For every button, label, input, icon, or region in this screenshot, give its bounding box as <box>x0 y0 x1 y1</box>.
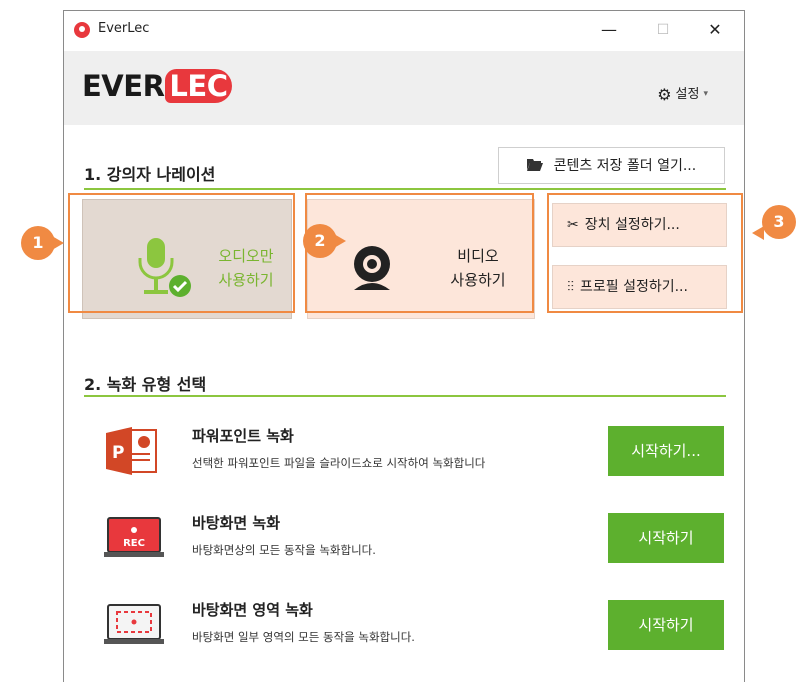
powerpoint-icon: P <box>106 427 157 475</box>
desktop-area-recording-title: 바탕화면 영역 녹화 <box>192 601 313 619</box>
section-title-recording-type: 2. 녹화 유형 선택 <box>84 375 207 394</box>
section2-divider <box>84 395 726 397</box>
highlight-box-3 <box>547 193 743 313</box>
section-title-narration: 1. 강의자 나레이션 <box>84 165 216 184</box>
app-header: EVER LEC ⚙ 설정 ▾ <box>64 51 744 125</box>
start-powerpoint-button[interactable]: 시작하기... <box>608 426 724 476</box>
highlight-box-1 <box>68 193 295 313</box>
start-desktop-button[interactable]: 시작하기 <box>608 513 724 563</box>
logo-text-ever: EVER <box>82 69 165 103</box>
section1-divider <box>84 188 726 190</box>
desktop-area-recording-desc: 바탕화면 일부 영역의 모든 동작을 녹화합니다. <box>192 630 415 644</box>
powerpoint-recording-desc: 선택한 파워포인트 파일을 슬라이드쇼로 시작하여 녹화합니다 <box>192 456 486 470</box>
open-content-folder-button[interactable]: 콘텐츠 저장 폴더 열기... <box>498 147 725 184</box>
settings-menu[interactable]: ⚙ 설정 ▾ <box>657 83 708 104</box>
highlight-box-2 <box>305 193 534 313</box>
screen-rec-icon: REC <box>104 517 164 557</box>
minimize-button[interactable]: — <box>594 17 624 43</box>
callout-pointer-1 <box>52 236 64 250</box>
callout-pointer-3 <box>752 226 764 240</box>
desktop-recording-title: 바탕화면 녹화 <box>192 514 281 532</box>
callout-pointer-2 <box>334 234 346 248</box>
gear-icon: ⚙ <box>657 85 672 104</box>
callout-badge-1: 1 <box>21 226 55 260</box>
powerpoint-recording-title: 파워포인트 녹화 <box>192 427 294 445</box>
app-logo-icon <box>74 22 90 38</box>
callout-badge-3: 3 <box>762 205 796 239</box>
callout-badge-2: 2 <box>303 224 337 258</box>
rec-label: REC <box>123 538 145 549</box>
everlec-logo: EVER LEC <box>82 69 233 109</box>
maximize-button[interactable]: ☐ <box>648 17 678 43</box>
powerpoint-recording-row: P 파워포인트 녹화 선택한 파워포인트 파일을 슬라이드쇼로 시작하여 녹화합… <box>104 421 724 481</box>
svg-text:P: P <box>112 443 124 463</box>
settings-label: 설정 <box>675 87 700 102</box>
start-desktop-area-button[interactable]: 시작하기 <box>608 600 724 650</box>
title-bar: EverLec — ☐ ✕ <box>64 11 744 51</box>
chevron-down-icon: ▾ <box>703 89 708 99</box>
open-folder-label: 콘텐츠 저장 폴더 열기... <box>553 158 697 174</box>
desktop-area-recording-row: 바탕화면 영역 녹화 바탕화면 일부 영역의 모든 동작을 녹화합니다. 시작하… <box>104 595 724 655</box>
screen-area-icon <box>104 604 164 644</box>
close-button[interactable]: ✕ <box>700 17 730 43</box>
window-title: EverLec <box>98 21 150 36</box>
logo-text-lec: LEC <box>165 69 233 103</box>
app-window: EverLec — ☐ ✕ EVER LEC ⚙ 설정 ▾ 1. 강의자 나레이션 콘… <box>63 10 745 682</box>
desktop-recording-desc: 바탕화면상의 모든 동작을 녹화합니다. <box>192 543 376 557</box>
folder-open-icon <box>526 156 548 174</box>
desktop-recording-row: REC 바탕화면 녹화 바탕화면상의 모든 동작을 녹화합니다. 시작하기 <box>104 508 724 568</box>
